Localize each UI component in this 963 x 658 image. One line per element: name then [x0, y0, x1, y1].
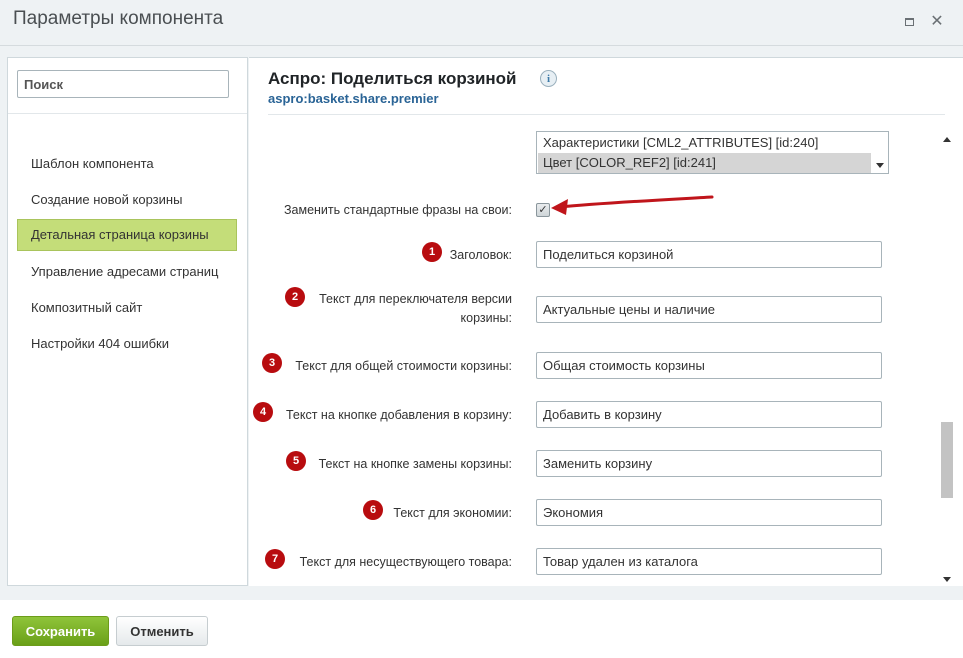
- version-switch-field[interactable]: [536, 296, 882, 323]
- save-button[interactable]: Сохранить: [12, 616, 109, 646]
- annotation-badge: 2: [285, 287, 305, 307]
- field-label-version-switch: Текст для переключателя версии корзины:: [319, 290, 512, 328]
- field-label-title: Заголовок:: [449, 248, 512, 262]
- field-label-missing-product: Текст для несуществующего товара:: [299, 555, 512, 569]
- field-label-total-cost: Текст для общей стоимости корзины:: [295, 359, 512, 373]
- window-title: Параметры компонента: [13, 8, 224, 29]
- check-icon: ✓: [538, 203, 548, 216]
- search-input[interactable]: [17, 70, 229, 98]
- component-code: aspro:basket.share.premier: [268, 91, 439, 106]
- scrollbar-thumb[interactable]: [941, 422, 953, 498]
- field-label-replace-button: Текст на кнопке замены корзины:: [318, 457, 512, 471]
- annotation-badge: 5: [286, 451, 306, 471]
- field-label-line: корзины:: [460, 311, 512, 325]
- annotation-badge: 7: [265, 549, 285, 569]
- header-divider: [268, 114, 945, 115]
- cancel-button[interactable]: Отменить: [116, 616, 208, 646]
- economy-text-field[interactable]: [536, 499, 882, 526]
- dialog-footer: Сохранить Отменить: [0, 600, 963, 658]
- sidebar-item-new-basket[interactable]: Создание новой корзины: [17, 184, 237, 216]
- scroll-down-icon[interactable]: [876, 163, 884, 168]
- sidebar-divider: [8, 113, 247, 114]
- missing-product-text-field[interactable]: [536, 548, 882, 575]
- field-label-add-button: Текст на кнопке добавления в корзину:: [285, 408, 512, 422]
- maximize-icon[interactable]: [900, 13, 918, 31]
- properties-listbox[interactable]: Характеристики [CML2_ATTRIBUTES] [id:240…: [536, 131, 889, 174]
- sidebar-item-page-addresses[interactable]: Управление адресами страниц: [17, 256, 237, 288]
- title-field[interactable]: [536, 241, 882, 268]
- sidebar-item-template[interactable]: Шаблон компонента: [17, 148, 237, 180]
- sidebar: Шаблон компонента Создание новой корзины…: [7, 57, 248, 586]
- scroll-down-icon[interactable]: [943, 577, 951, 582]
- main-panel: Аспро: Поделиться корзиной i aspro:baske…: [249, 57, 963, 586]
- replace-phrases-checkbox[interactable]: ✓: [536, 203, 550, 217]
- info-icon[interactable]: i: [540, 70, 557, 87]
- annotation-badge: 6: [363, 500, 383, 520]
- field-label-economy: Текст для экономии:: [393, 506, 512, 520]
- add-button-text-field[interactable]: [536, 401, 882, 428]
- replace-phrases-label: Заменить стандартные фразы на свои:: [283, 203, 512, 217]
- annotation-badge: 4: [253, 402, 273, 422]
- component-title: Аспро: Поделиться корзиной: [268, 69, 517, 88]
- sidebar-item-composite[interactable]: Композитный сайт: [17, 292, 237, 324]
- annotation-badge: 1: [422, 242, 442, 262]
- listbox-option-selected[interactable]: Цвет [COLOR_REF2] [id:241]: [538, 153, 871, 173]
- replace-button-text-field[interactable]: [536, 450, 882, 477]
- title-bar: Параметры компонента ✕: [0, 0, 963, 46]
- sidebar-item-basket-detail[interactable]: Детальная страница корзины: [17, 219, 237, 251]
- close-icon[interactable]: ✕: [928, 13, 946, 31]
- sidebar-item-404[interactable]: Настройки 404 ошибки: [17, 328, 237, 360]
- listbox-scrollbar[interactable]: [872, 132, 888, 173]
- listbox-option[interactable]: Характеристики [CML2_ATTRIBUTES] [id:240…: [538, 133, 871, 153]
- scroll-up-icon[interactable]: [943, 137, 951, 142]
- total-cost-field[interactable]: [536, 352, 882, 379]
- main-scrollbar[interactable]: [939, 134, 955, 587]
- annotation-badge: 3: [262, 353, 282, 373]
- dialog-content: Шаблон компонента Создание новой корзины…: [0, 46, 963, 600]
- field-label-line: Текст для переключателя версии: [319, 292, 512, 306]
